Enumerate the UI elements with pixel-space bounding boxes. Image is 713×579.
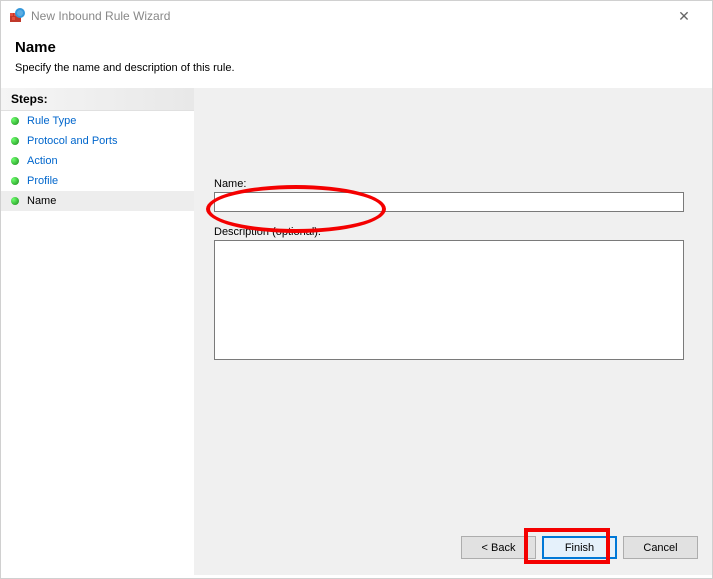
bullet-icon [11, 137, 19, 145]
finish-button[interactable]: Finish [542, 536, 617, 559]
description-label: Description (optional): [214, 226, 684, 238]
step-name[interactable]: Name [1, 191, 194, 211]
step-profile[interactable]: Profile [1, 171, 194, 191]
page-subtitle: Specify the name and description of this… [15, 62, 698, 74]
step-label: Rule Type [27, 115, 76, 127]
back-button[interactable]: < Back [461, 536, 536, 559]
description-input[interactable] [214, 240, 684, 360]
cancel-button[interactable]: Cancel [623, 536, 698, 559]
bullet-icon [11, 157, 19, 165]
firewall-icon [9, 8, 25, 24]
bullet-icon [11, 197, 19, 205]
titlebar: New Inbound Rule Wizard ✕ [1, 1, 712, 31]
name-input[interactable] [214, 192, 684, 212]
name-label: Name: [214, 178, 684, 190]
main-panel: Name: Description (optional): < Back Fin… [194, 88, 712, 575]
button-row: < Back Finish Cancel [461, 536, 698, 559]
step-protocol-ports[interactable]: Protocol and Ports [1, 131, 194, 151]
window-title: New Inbound Rule Wizard [31, 9, 664, 23]
bullet-icon [11, 117, 19, 125]
step-label: Action [27, 155, 58, 167]
step-label: Profile [27, 175, 58, 187]
steps-sidebar: Steps: Rule Type Protocol and Ports Acti… [1, 88, 194, 575]
step-label: Protocol and Ports [27, 135, 118, 147]
page-title: Name [15, 39, 698, 56]
close-button[interactable]: ✕ [664, 8, 704, 25]
step-label: Name [27, 195, 56, 207]
wizard-header: Name Specify the name and description of… [1, 31, 712, 88]
steps-header: Steps: [1, 88, 194, 111]
step-rule-type[interactable]: Rule Type [1, 111, 194, 131]
step-action[interactable]: Action [1, 151, 194, 171]
bullet-icon [11, 177, 19, 185]
